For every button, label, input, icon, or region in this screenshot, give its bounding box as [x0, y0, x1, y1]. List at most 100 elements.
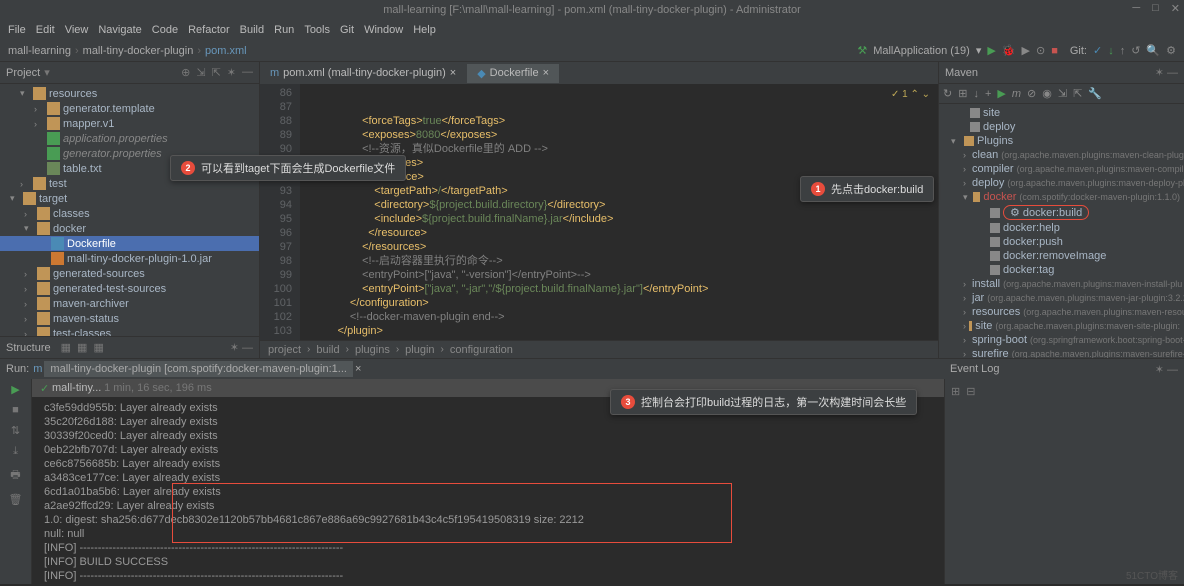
print-icon[interactable]: 🖶 — [10, 466, 20, 485]
console[interactable]: c3fe59dd955b: Layer already exists35c20f… — [32, 397, 944, 584]
structure-header[interactable]: Structure ▦▦▦ ✶ — — [0, 336, 259, 358]
coverage-icon[interactable]: ▶ — [1022, 44, 1030, 57]
project-tree[interactable]: ▾resources›generator.template›mapper.v1a… — [0, 84, 259, 336]
search-icon[interactable]: 🔍 — [1146, 44, 1160, 57]
run-maven-icon[interactable]: ▶ — [997, 87, 1005, 100]
menu-refactor[interactable]: Refactor — [188, 24, 230, 36]
menu-window[interactable]: Window — [364, 24, 403, 36]
profile-icon[interactable]: ⊙ — [1036, 44, 1045, 57]
tree-item[interactable]: ›mapper.v1 — [0, 116, 259, 131]
maven-item[interactable]: ›deploy (org.apache.maven.plugins:maven-… — [939, 176, 1184, 190]
project-expand-icon[interactable]: ⇲ — [196, 66, 205, 79]
maven-item[interactable]: ›site (org.apache.maven.plugins:maven-si… — [939, 319, 1184, 333]
expand-icon[interactable]: ⇲ — [1058, 87, 1067, 100]
rerun-icon[interactable]: ▶ — [11, 383, 19, 396]
tree-item[interactable]: ▾docker — [0, 221, 259, 236]
code-area[interactable]: ✓ 1 ⌃ ⌄ <forceTags>true</forceTags> <exp… — [300, 84, 938, 340]
project-select-icon[interactable]: ⊕ — [181, 66, 190, 79]
menu-run[interactable]: Run — [274, 24, 294, 36]
toggle-icon[interactable]: m — [1012, 88, 1021, 100]
add-icon[interactable]: + — [985, 88, 991, 100]
tree-item[interactable]: ›test-classes — [0, 326, 259, 336]
menu-view[interactable]: View — [65, 24, 89, 36]
editor-breadcrumb[interactable]: project›build›plugins›plugin›configurati… — [260, 340, 938, 358]
menu-file[interactable]: File — [8, 24, 26, 36]
maven-item[interactable]: ›spring-boot (org.springframework.boot:s… — [939, 333, 1184, 347]
maven-item[interactable]: ›install (org.apache.maven.plugins:maven… — [939, 277, 1184, 291]
maven-item[interactable]: docker:removeImage — [939, 249, 1184, 263]
event-settings-icon[interactable]: ⊞ — [951, 385, 960, 398]
run-icon[interactable]: ▶ — [987, 44, 995, 57]
tree-item[interactable]: mall-tiny-docker-plugin-1.0.jar — [0, 251, 259, 266]
menu-help[interactable]: Help — [413, 24, 436, 36]
maven-item[interactable]: ▾Plugins — [939, 134, 1184, 148]
trash-icon[interactable]: 🗑 — [9, 493, 23, 506]
vcs-push-icon[interactable]: ↑ — [1120, 45, 1126, 57]
tab-dockerfile[interactable]: ◆Dockerfile× — [467, 64, 559, 83]
tree-item[interactable]: ›generated-sources — [0, 266, 259, 281]
exec-icon[interactable]: ⊘ — [1027, 87, 1036, 100]
close-icon[interactable]: ✕ — [1171, 2, 1180, 15]
event-log-label[interactable]: Event Log — [950, 363, 1000, 375]
menu-edit[interactable]: Edit — [36, 24, 55, 36]
reload-icon[interactable]: ↻ — [943, 87, 952, 100]
download-icon[interactable]: ↓ — [973, 88, 979, 100]
maven-item[interactable]: ›resources (org.apache.maven.plugins:mav… — [939, 305, 1184, 319]
vcs-history-icon[interactable]: ↺ — [1131, 44, 1140, 57]
generate-icon[interactable]: ⊞ — [958, 87, 967, 100]
stop-run-icon[interactable]: ■ — [12, 404, 19, 416]
close-run-tab-icon[interactable]: × — [355, 363, 361, 375]
project-label[interactable]: Project — [6, 67, 40, 79]
tree-item[interactable]: ▾target — [0, 191, 259, 206]
structure-label[interactable]: Structure — [6, 342, 51, 354]
settings-icon[interactable]: ⚙ — [1166, 44, 1176, 57]
offline-icon[interactable]: ◉ — [1042, 87, 1052, 100]
hammer-icon[interactable]: ⚒ — [857, 44, 867, 57]
maven-settings-icon[interactable]: 🔧 — [1088, 87, 1102, 100]
tree-item[interactable]: ›maven-status — [0, 311, 259, 326]
maven-item[interactable]: docker:help — [939, 221, 1184, 235]
tab-pomxml[interactable]: mpom.xml (mall-tiny-docker-plugin)× — [260, 64, 466, 82]
maven-item[interactable]: ›compiler (org.apache.maven.plugins:mave… — [939, 162, 1184, 176]
stop-icon[interactable]: ■ — [1051, 45, 1058, 57]
maximize-icon[interactable]: □ — [1152, 2, 1159, 15]
close-tab-icon[interactable]: × — [450, 67, 456, 79]
vcs-commit-icon[interactable]: ↓ — [1108, 45, 1114, 57]
minimize-icon[interactable]: ─ — [1132, 2, 1140, 15]
vcs-update-icon[interactable]: ✓ — [1093, 44, 1102, 57]
collapse-icon[interactable]: ⇱ — [1073, 87, 1082, 100]
crumb-module[interactable]: mall-tiny-docker-plugin — [83, 45, 194, 57]
project-settings-icon[interactable]: ✶ — [227, 66, 236, 79]
debug-icon[interactable]: 🐞 — [1002, 44, 1016, 57]
maven-item[interactable]: docker:tag — [939, 263, 1184, 277]
run-tab[interactable]: mall-tiny-docker-plugin [com.spotify:doc… — [44, 361, 353, 377]
scroll-icon[interactable]: ⤓ — [13, 445, 18, 458]
run-sub[interactable]: mall-tiny... — [52, 382, 101, 394]
maven-item[interactable]: ⚙ docker:build — [939, 204, 1184, 221]
crumb-file[interactable]: pom.xml — [205, 45, 247, 57]
config-icon[interactable]: ⇅ — [11, 424, 20, 437]
menu-git[interactable]: Git — [340, 24, 354, 36]
maven-tree[interactable]: sitedeploy▾Plugins›clean (org.apache.mav… — [939, 104, 1184, 358]
tree-item[interactable]: ▾resources — [0, 86, 259, 101]
maven-item[interactable]: docker:push — [939, 235, 1184, 249]
tree-item[interactable]: ›generator.template — [0, 101, 259, 116]
event-clear-icon[interactable]: ⊟ — [966, 385, 975, 398]
crumb-root[interactable]: mall-learning — [8, 45, 71, 57]
project-collapse-icon[interactable]: ⇱ — [212, 66, 221, 79]
tree-item[interactable]: ›generated-test-sources — [0, 281, 259, 296]
tree-item[interactable]: ›classes — [0, 206, 259, 221]
close-tab-icon[interactable]: × — [543, 67, 549, 79]
tree-item[interactable]: application.properties — [0, 131, 259, 146]
inspections-badge[interactable]: ✓ 1 ⌃ ⌄ — [891, 88, 930, 102]
maven-item[interactable]: ›clean (org.apache.maven.plugins:maven-c… — [939, 148, 1184, 162]
menu-build[interactable]: Build — [240, 24, 264, 36]
maven-item[interactable]: site — [939, 106, 1184, 120]
tree-item[interactable]: ›maven-archiver — [0, 296, 259, 311]
project-hide-icon[interactable]: — — [242, 66, 253, 79]
maven-item[interactable]: ›surefire (org.apache.maven.plugins:mave… — [939, 347, 1184, 358]
maven-label[interactable]: Maven — [945, 67, 978, 79]
menu-code[interactable]: Code — [152, 24, 178, 36]
maven-item[interactable]: ▾docker (com.spotify:docker-maven-plugin… — [939, 190, 1184, 204]
maven-item[interactable]: ›jar (org.apache.maven.plugins:maven-jar… — [939, 291, 1184, 305]
